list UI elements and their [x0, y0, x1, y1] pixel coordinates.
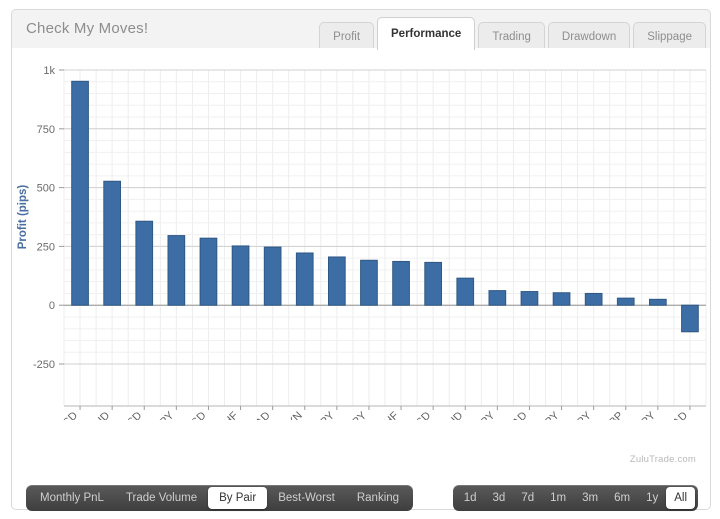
bar-gbp-usd[interactable]	[135, 220, 154, 306]
y-tick-label: 250	[37, 241, 55, 253]
tab-bar: Profit Performance Trading Drawdown Slippage	[316, 16, 706, 50]
bar-eur-gbp[interactable]	[616, 297, 635, 306]
range-button-all[interactable]: All	[666, 487, 695, 509]
bar-gbp-jpy[interactable]	[167, 235, 186, 306]
grid-lines	[63, 69, 707, 406]
y-axis-title: Profit (pips)	[17, 185, 29, 250]
bar-nzd-usd[interactable]	[199, 237, 218, 306]
range-button-1d[interactable]: 1d	[456, 487, 485, 509]
bar-nzd-jpy[interactable]	[552, 292, 571, 306]
tab-trading[interactable]: Trading	[478, 22, 545, 50]
bar-cad-jpy[interactable]	[360, 259, 378, 306]
range-button-7d[interactable]: 7d	[513, 487, 542, 509]
range-button-3d[interactable]: 3d	[485, 487, 514, 509]
view-button-by-pair[interactable]: By Pair	[208, 487, 268, 509]
bar-chf-jpy[interactable]	[584, 292, 603, 306]
view-button-monthly-pnl[interactable]: Monthly PnL	[29, 487, 115, 509]
y-tick-label: 1k	[43, 65, 55, 77]
x-tick-label: EUR/USD	[37, 410, 81, 420]
y-tick-label: 500	[37, 183, 55, 195]
zulutrade-watermark: ZuluTrade.com	[629, 454, 696, 465]
y-tick-label: -250	[33, 359, 55, 371]
view-button-ranking[interactable]: Ranking	[346, 487, 410, 509]
range-button-6m[interactable]: 6m	[606, 487, 638, 509]
bar-usd-jpy[interactable]	[328, 256, 346, 306]
range-button-3m[interactable]: 3m	[574, 487, 606, 509]
time-range-button-group: 1d 3d 7d 1m 3m 6m 1y All	[452, 485, 698, 511]
range-button-1m[interactable]: 1m	[542, 487, 574, 509]
bar-eur-usd[interactable]	[71, 80, 89, 306]
y-tick-label: 0	[49, 300, 55, 312]
view-button-best-worst[interactable]: Best-Worst	[267, 487, 346, 509]
check-my-moves-widget: Check My Moves! Profit Performance Trading…	[0, 0, 720, 519]
y-tick-label: 750	[37, 124, 55, 136]
bar-aud-jpy[interactable]	[488, 290, 507, 306]
tab-slippage[interactable]: Slippage	[633, 22, 706, 50]
view-button-trade-volume[interactable]: Trade Volume	[115, 487, 208, 509]
bar-gbp-chf[interactable]	[231, 245, 250, 306]
bar-aud-cad[interactable]	[681, 304, 699, 333]
tab-performance[interactable]: Performance	[377, 17, 476, 50]
bar-eur-cad[interactable]	[520, 291, 539, 306]
bar-usd-mxn[interactable]	[295, 252, 314, 306]
performance-bar-chart: 1k 750 500 250 0 -250 Profit (pips) EUR/USDEUR/…	[12, 48, 710, 420]
widget-header: Check My Moves! Profit Performance Trading…	[11, 9, 711, 50]
page-title: Check My Moves!	[26, 20, 149, 37]
chart-canvas: 1k 750 500 250 0 -250 Profit (pips) EUR/USDEUR/…	[17, 65, 707, 420]
bar-eur-aud[interactable]	[103, 180, 121, 306]
bar-usd-chf[interactable]	[392, 260, 410, 306]
y-axis: 1k 750 500 250 0 -250	[33, 65, 64, 371]
bar-aud-usd[interactable]	[424, 261, 442, 306]
x-axis: EUR/USDEUR/AUDGBP/USDGBP/JPYNZD/USDGBP/C…	[37, 405, 706, 420]
tab-profit[interactable]: Profit	[319, 22, 375, 50]
bar-eur-jpy[interactable]	[649, 298, 667, 306]
bar-gbp-aud[interactable]	[456, 277, 475, 306]
tab-drawdown[interactable]: Drawdown	[547, 22, 631, 50]
bar-usd-cad[interactable]	[263, 246, 282, 306]
view-mode-button-group: Monthly PnL Trade Volume By Pair Best-Worst…	[26, 485, 414, 511]
range-button-1y[interactable]: 1y	[638, 487, 666, 509]
content-panel: 1k 750 500 250 0 -250 Profit (pips) EUR/USDEUR/…	[11, 48, 711, 511]
